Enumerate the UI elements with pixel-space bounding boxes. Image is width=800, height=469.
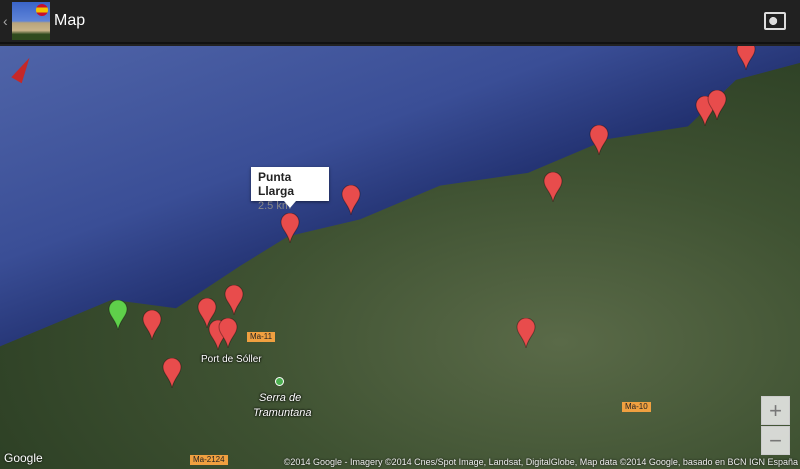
town-label: Port de Sóller <box>201 354 262 365</box>
zoom-out-button[interactable]: − <box>761 426 790 455</box>
action-bar: ‹ Map <box>0 0 800 44</box>
compass-icon[interactable] <box>11 54 35 84</box>
place-marker[interactable] <box>736 46 756 71</box>
place-marker[interactable] <box>516 317 536 349</box>
road-label: Ma-2124 <box>190 455 228 465</box>
road-label: Ma-10 <box>622 402 651 412</box>
place-marker[interactable] <box>280 212 300 244</box>
info-distance: 2.5 km <box>258 200 292 212</box>
chevron-left-icon[interactable]: ‹ <box>3 13 11 29</box>
info-title: Punta Llarga <box>258 170 295 198</box>
place-marker[interactable] <box>224 284 244 316</box>
place-marker[interactable] <box>162 357 182 389</box>
place-marker[interactable] <box>707 89 727 121</box>
current-location-marker[interactable] <box>108 299 128 331</box>
land-area <box>0 62 800 469</box>
marker-info-window[interactable]: Punta Llarga 2.5 km <box>251 167 329 212</box>
page-title: Map <box>54 12 86 29</box>
map-attribution: ©2014 Google - Imagery ©2014 Cnes/Spot I… <box>283 457 798 467</box>
mountain-label-2: Tramuntana <box>253 407 312 419</box>
spain-flag-icon <box>36 4 48 16</box>
place-marker[interactable] <box>341 184 361 216</box>
google-logo: Google <box>4 451 43 465</box>
satellite-map[interactable]: Punta Llarga 2.5 km Port de Sóller Serra… <box>0 46 800 469</box>
mountain-label: Serra de <box>259 392 302 404</box>
zoom-in-button[interactable]: + <box>761 396 790 425</box>
place-marker[interactable] <box>543 171 563 203</box>
park-icon <box>275 377 284 386</box>
app-icon[interactable] <box>12 2 50 40</box>
place-marker[interactable] <box>218 317 238 349</box>
road-label: Ma-11 <box>247 332 276 342</box>
place-marker[interactable] <box>142 309 162 341</box>
place-marker[interactable] <box>589 124 609 156</box>
world-map-icon[interactable] <box>764 12 786 30</box>
